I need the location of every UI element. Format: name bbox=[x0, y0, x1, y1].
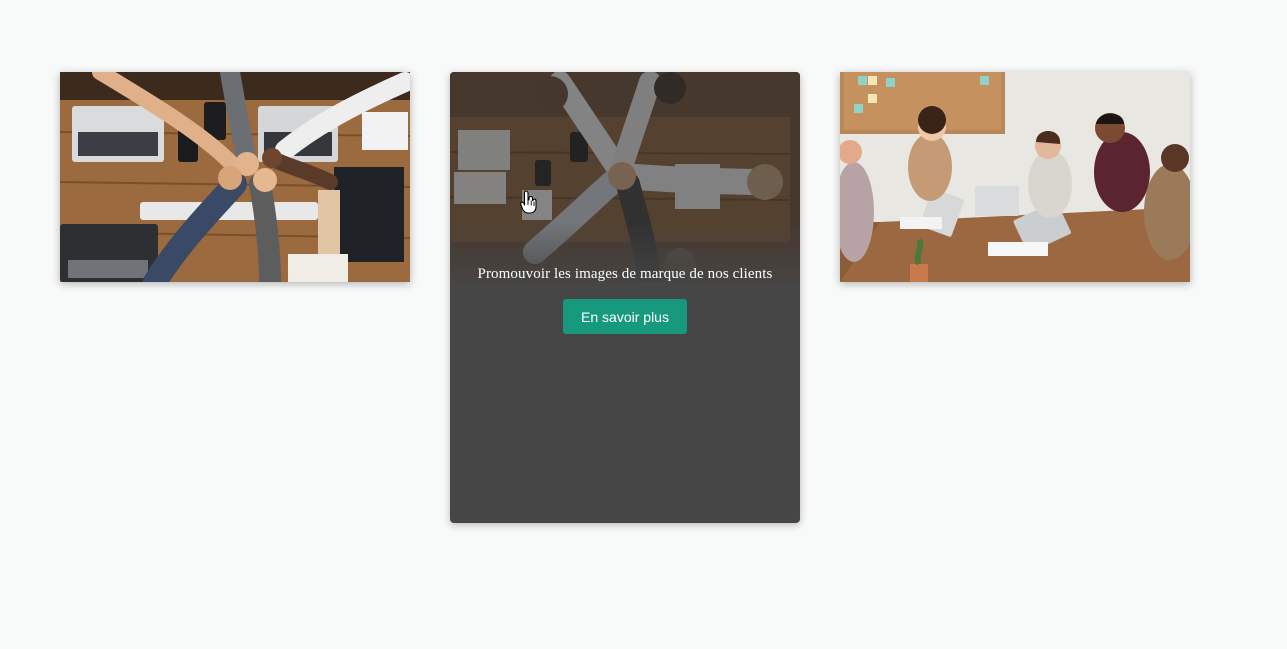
card-caption: Promouvoir les images de marque de nos c… bbox=[477, 266, 773, 282]
page: Promouvoir les images de marque de nos c… bbox=[0, 0, 1287, 649]
team-meeting-photo bbox=[840, 72, 1190, 282]
team-fist-bump-photo bbox=[60, 72, 410, 282]
team-hands-stacked-photo bbox=[450, 72, 800, 282]
learn-more-button[interactable]: En savoir plus bbox=[563, 299, 687, 334]
gallery-card-3[interactable] bbox=[840, 72, 1190, 282]
gallery-card-1[interactable] bbox=[60, 72, 410, 282]
gallery-card-2[interactable]: Promouvoir les images de marque de nos c… bbox=[450, 72, 800, 523]
